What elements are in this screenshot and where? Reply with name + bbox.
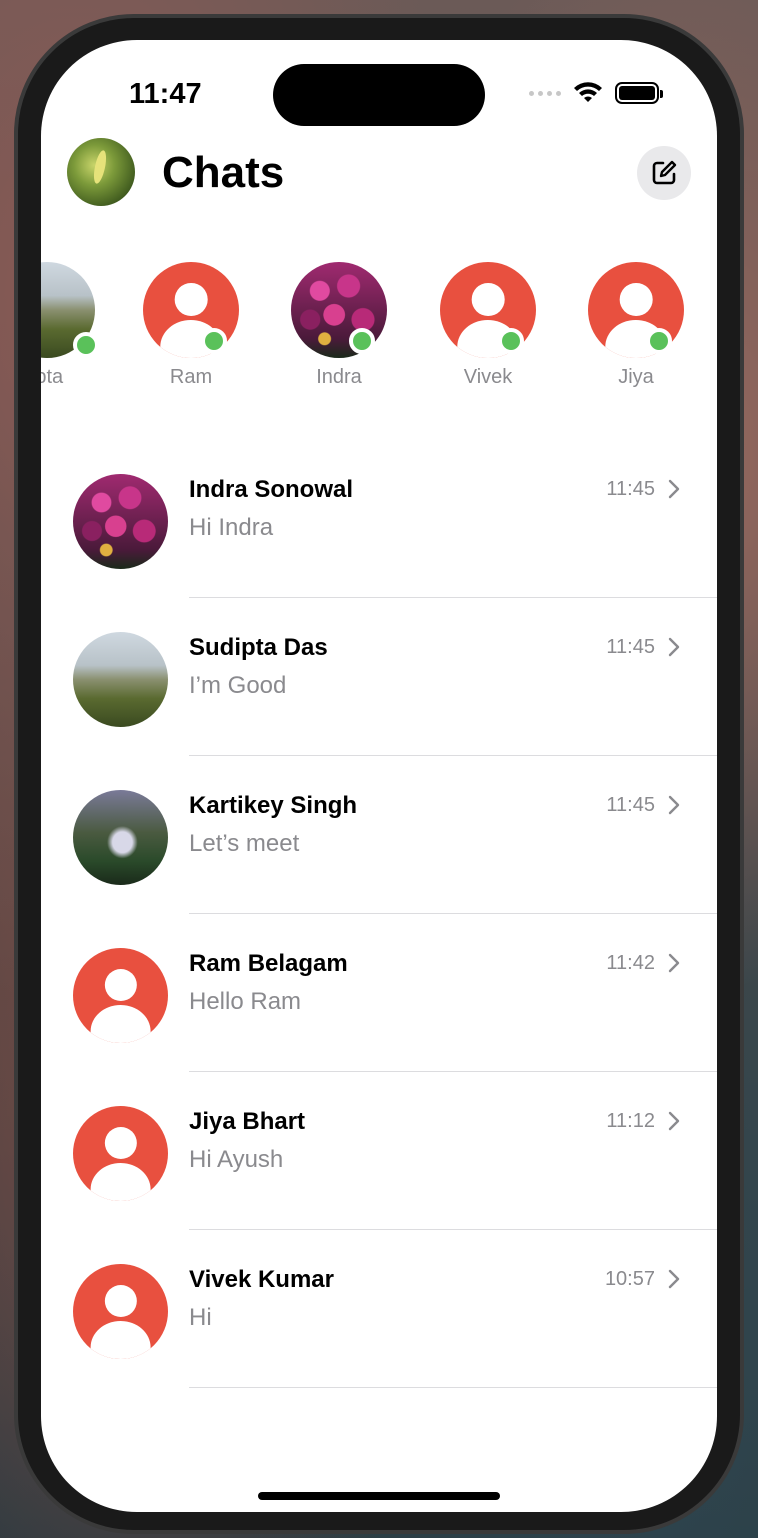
story-label: Indra bbox=[316, 366, 362, 388]
chat-row-jiya[interactable]: Jiya Bhart Hi Ayush 11:12 bbox=[41, 1072, 717, 1230]
divider bbox=[189, 1387, 717, 1388]
chat-name: Vivek Kumar bbox=[189, 1266, 334, 1293]
battery-icon bbox=[615, 82, 663, 104]
story-item-indra[interactable]: Indra bbox=[279, 262, 399, 389]
chat-avatar bbox=[73, 790, 168, 885]
chat-preview: Hello Ram bbox=[189, 988, 302, 1015]
status-icons bbox=[529, 82, 663, 104]
online-indicator bbox=[349, 328, 375, 354]
chat-name: Kartikey Singh bbox=[189, 792, 358, 819]
chat-preview: Hi Ayush bbox=[189, 1146, 284, 1173]
chat-preview: I’m Good bbox=[189, 672, 287, 699]
stories-strip[interactable]: ipta Ram Indra Vivek Jiya bbox=[41, 262, 717, 402]
chat-avatar bbox=[73, 632, 168, 727]
story-label: Jiya bbox=[618, 366, 654, 388]
chat-list: Indra Sonowal Hi Indra 11:45 Sudipta Das… bbox=[41, 440, 717, 1388]
chat-name: Jiya Bhart bbox=[189, 1108, 306, 1135]
chat-name: Indra Sonowal bbox=[189, 476, 354, 503]
chevron-right-icon bbox=[668, 1269, 680, 1289]
profile-avatar[interactable] bbox=[67, 138, 135, 206]
chat-row-vivek[interactable]: Vivek Kumar Hi 10:57 bbox=[41, 1230, 717, 1388]
chevron-right-icon bbox=[668, 795, 680, 815]
status-time: 11:47 bbox=[129, 78, 202, 110]
app-screen: 11:47 Chats ipta Ram bbox=[41, 40, 717, 1512]
story-avatar bbox=[41, 262, 99, 358]
online-indicator bbox=[646, 328, 672, 354]
story-item-vivek[interactable]: Vivek bbox=[428, 262, 548, 389]
cellular-signal-icon bbox=[529, 90, 561, 96]
home-indicator[interactable] bbox=[258, 1492, 500, 1500]
chat-row-indra[interactable]: Indra Sonowal Hi Indra 11:45 bbox=[41, 440, 717, 598]
chat-time: 10:57 bbox=[604, 1268, 655, 1290]
page-title: Chats bbox=[162, 148, 285, 197]
header: Chats bbox=[41, 138, 717, 208]
chevron-right-icon bbox=[668, 1111, 680, 1131]
online-indicator bbox=[498, 328, 524, 354]
chat-preview: Hi Indra bbox=[189, 514, 274, 541]
chat-time: 11:12 bbox=[606, 1110, 655, 1132]
chevron-right-icon bbox=[668, 637, 680, 657]
chat-preview: Let’s meet bbox=[189, 830, 300, 857]
online-indicator bbox=[201, 328, 227, 354]
compose-icon bbox=[652, 160, 677, 185]
online-indicator bbox=[73, 332, 99, 358]
chat-name: Sudipta Das bbox=[189, 634, 328, 661]
chevron-right-icon bbox=[668, 479, 680, 499]
chat-name: Ram Belagam bbox=[189, 950, 348, 977]
story-label: Ram bbox=[169, 366, 213, 388]
story-item-jiya[interactable]: Jiya bbox=[576, 262, 696, 389]
chat-time: 11:42 bbox=[606, 952, 655, 974]
wifi-icon bbox=[574, 82, 602, 102]
chat-row-ram[interactable]: Ram Belagam Hello Ram 11:42 bbox=[41, 914, 717, 1072]
compose-button[interactable] bbox=[637, 146, 691, 200]
story-item-ram[interactable]: Ram bbox=[131, 262, 251, 389]
chat-row-sudipta[interactable]: Sudipta Das I’m Good 11:45 bbox=[41, 598, 717, 756]
chat-avatar bbox=[73, 474, 168, 569]
story-item-sudipta[interactable]: ipta bbox=[41, 262, 107, 389]
chevron-right-icon bbox=[668, 953, 680, 973]
chat-avatar bbox=[73, 1106, 168, 1201]
chat-avatar bbox=[73, 948, 168, 1043]
chat-row-kartikey[interactable]: Kartikey Singh Let’s meet 11:45 bbox=[41, 756, 717, 914]
chat-preview: Hi bbox=[189, 1304, 212, 1331]
chat-time: 11:45 bbox=[606, 636, 655, 658]
chat-time: 11:45 bbox=[606, 794, 655, 816]
chat-avatar bbox=[73, 1264, 168, 1359]
dynamic-island bbox=[273, 64, 485, 126]
chat-time: 11:45 bbox=[606, 478, 655, 500]
story-label: ipta bbox=[41, 366, 64, 388]
story-label: Vivek bbox=[463, 366, 513, 388]
